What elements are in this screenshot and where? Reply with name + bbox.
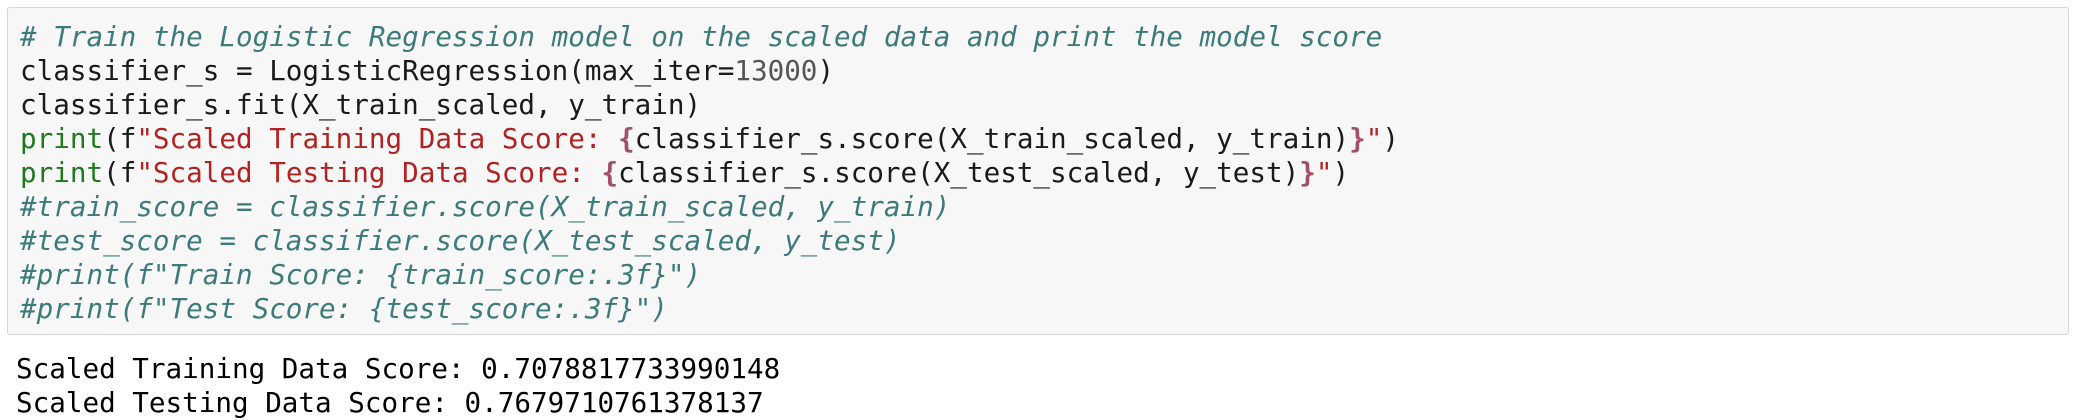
code-comment: #test_score = classifier.score(X_test_sc… xyxy=(20,224,901,257)
code-keyword: print xyxy=(20,156,104,189)
code-brace: { xyxy=(601,156,619,189)
code-text: (f xyxy=(103,156,137,189)
code-brace: { xyxy=(618,122,635,155)
code-number: 13000 xyxy=(734,54,818,87)
code-line-5: print(f"Scaled Testing Data Score: {clas… xyxy=(20,156,1399,190)
code-string: " xyxy=(1315,156,1333,189)
output-line-training-score: Scaled Training Data Score: 0.7078817733… xyxy=(16,352,781,385)
code-text: classifier_s = LogisticRegression(max_it… xyxy=(20,54,735,87)
code-line-9: #print(f"Test Score: {test_score:.3f}") xyxy=(20,292,1399,326)
code-string: "Scaled Testing Data Score: xyxy=(136,156,602,189)
code-keyword: print xyxy=(20,122,104,155)
code-text: ) xyxy=(1332,156,1350,189)
code-text: ) xyxy=(817,54,835,87)
output-line-testing-score: Scaled Testing Data Score: 0.76797107613… xyxy=(16,386,764,419)
code-line-6: #train_score = classifier.score(X_train_… xyxy=(20,190,1399,224)
code-line-3: classifier_s.fit(X_train_scaled, y_train… xyxy=(20,88,1399,122)
code-text: (f xyxy=(103,122,137,155)
code-string: " xyxy=(1365,122,1383,155)
code-text: classifier_s.fit(X_train_scaled, y_train… xyxy=(20,88,702,121)
code-comment: # Train the Logistic Regression model on… xyxy=(20,20,1383,53)
code-text: ) xyxy=(1382,122,1399,155)
code-brace: } xyxy=(1349,122,1366,155)
code-line-2: classifier_s = LogisticRegression(max_it… xyxy=(20,54,1399,88)
code-text: classifier_s.score(X_train_scaled, y_tra… xyxy=(634,122,1350,155)
code-cell[interactable]: # Train the Logistic Regression model on… xyxy=(7,7,2069,335)
code-line-1: # Train the Logistic Regression model on… xyxy=(20,20,1399,54)
code-comment: #train_score = classifier.score(X_train_… xyxy=(20,190,951,223)
cell-output: Scaled Training Data Score: 0.7078817733… xyxy=(16,352,780,420)
code-line-4: print(f"Scaled Training Data Score: {cla… xyxy=(20,122,1399,156)
code-string: "Scaled Training Data Score: xyxy=(136,122,619,155)
code-comment: #print(f"Train Score: {train_score:.3f}"… xyxy=(20,258,702,291)
code-brace: } xyxy=(1299,156,1316,189)
code-text: classifier_s.score(X_test_scaled, y_test… xyxy=(618,156,1300,189)
code-editor[interactable]: # Train the Logistic Regression model on… xyxy=(20,20,1399,326)
code-line-7: #test_score = classifier.score(X_test_sc… xyxy=(20,224,1399,258)
code-comment: #print(f"Test Score: {test_score:.3f}") xyxy=(20,292,668,325)
code-line-8: #print(f"Train Score: {train_score:.3f}"… xyxy=(20,258,1399,292)
